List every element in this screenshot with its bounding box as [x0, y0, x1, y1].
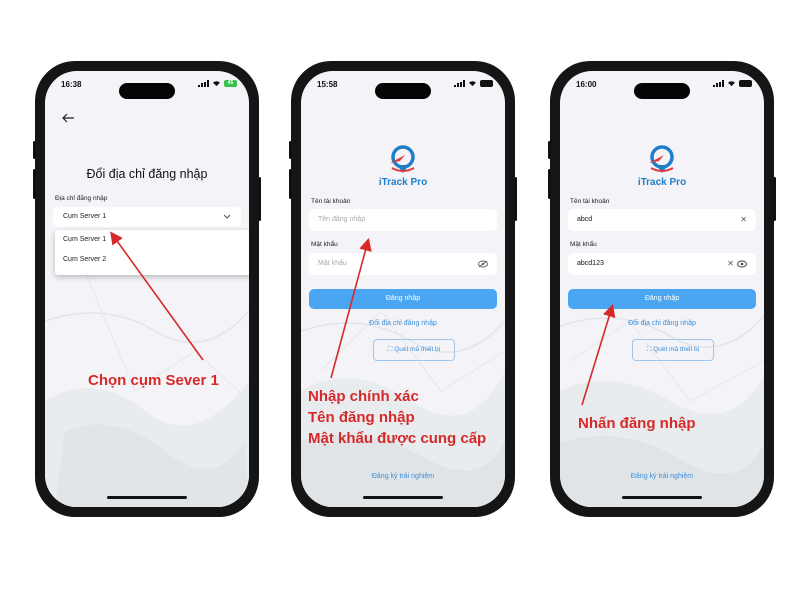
itrack-logo-icon	[649, 145, 674, 173]
wifi-icon	[213, 81, 220, 87]
annotation-step-1: Chọn cụm Sever 1	[88, 372, 219, 389]
battery-icon: 45	[224, 80, 237, 87]
scan-device-label: Quét mã thiết bị	[394, 346, 441, 353]
password-label: Mật khẩu	[570, 241, 597, 248]
server-option-2[interactable]: Cụm Server 2	[63, 256, 106, 263]
username-label: Tên tài khoản	[311, 198, 351, 205]
password-label: Mật khẩu	[311, 241, 338, 248]
chevron-down-icon	[223, 214, 231, 219]
clear-icon[interactable]: ✕	[740, 209, 747, 231]
register-link[interactable]: Đăng ký trải nghiệm	[560, 473, 764, 480]
login-button[interactable]: Đăng nhập	[568, 289, 756, 309]
username-placeholder: Tên đăng nhập	[318, 216, 366, 223]
username-label: Tên tài khoản	[570, 198, 610, 205]
eye-off-icon[interactable]	[478, 253, 488, 277]
username-input[interactable]: abcd ✕	[568, 209, 756, 231]
battery-icon	[480, 80, 493, 87]
app-name: iTrack Pro	[378, 177, 428, 188]
eye-icon[interactable]	[737, 253, 747, 277]
username-input[interactable]: Tên đăng nhập	[309, 209, 497, 231]
server-select[interactable]: Cụm Server 1	[53, 207, 241, 227]
annotation-step-2-line-3: Mật khẩu được cung cấp	[308, 430, 487, 447]
scan-device-label: Quét mã thiết bị	[653, 346, 700, 353]
map-background	[45, 270, 249, 507]
status-time: 16:00	[576, 80, 597, 89]
annotation-step-3: Nhấn đăng nhập	[578, 415, 696, 432]
tutorial-canvas: 16:38 45 Đổi địa chỉ đăng nhập Địa chỉ đ…	[0, 0, 800, 600]
battery-icon	[739, 80, 752, 87]
phone-screen-3: 16:00 iTrack Pro Tên tài khoản abcd ✕ Mậ…	[560, 71, 764, 507]
change-address-link[interactable]: Đổi địa chỉ đăng nhập	[301, 320, 505, 327]
password-input[interactable]: Mật khẩu	[309, 253, 497, 275]
app-logo: iTrack Pro	[636, 143, 688, 189]
annotation-step-2-line-1: Nhập chính xác	[308, 388, 419, 405]
password-input[interactable]: abcd123 ✕	[568, 253, 756, 275]
itrack-logo-icon	[390, 145, 415, 173]
scan-device-button[interactable]: ⛶ Quét mã thiết bị	[632, 339, 714, 361]
page-title: Đổi địa chỉ đăng nhập	[86, 167, 208, 181]
wifi-icon	[469, 81, 476, 87]
signal-icon	[198, 80, 209, 87]
phone-screen-1: 16:38 45 Đổi địa chỉ đăng nhập Địa chỉ đ…	[45, 71, 249, 507]
back-arrow-icon[interactable]	[61, 113, 75, 123]
status-time: 15:58	[317, 80, 338, 89]
register-link[interactable]: Đăng ký trải nghiệm	[301, 473, 505, 480]
app-logo: iTrack Pro	[377, 143, 429, 189]
address-field-label: Địa chỉ đăng nhập	[55, 195, 108, 202]
password-value: abcd123	[577, 260, 604, 267]
server-dropdown-menu: Cụm Server 1 Cụm Server 2	[55, 230, 249, 275]
login-button[interactable]: Đăng nhập	[309, 289, 497, 309]
annotation-step-2: Nhập chính xác Tên đăng nhập Mật khẩu đư…	[308, 386, 486, 449]
server-select-value: Cụm Server 1	[63, 213, 107, 220]
phone-frame-3: 16:00 iTrack Pro Tên tài khoản abcd ✕ Mậ…	[548, 61, 776, 517]
clear-icon[interactable]: ✕	[727, 253, 734, 275]
signal-icon	[713, 80, 724, 87]
username-value: abcd	[577, 216, 593, 223]
signal-icon	[454, 80, 465, 87]
annotation-step-2-line-2: Tên đăng nhập	[308, 409, 415, 426]
change-address-link[interactable]: Đổi địa chỉ đăng nhập	[560, 320, 764, 327]
password-placeholder: Mật khẩu	[318, 260, 347, 267]
phone-frame-1: 16:38 45 Đổi địa chỉ đăng nhập Địa chỉ đ…	[33, 61, 261, 517]
status-time: 16:38	[61, 80, 82, 89]
server-option-1[interactable]: Cụm Server 1	[63, 236, 106, 243]
scan-device-button[interactable]: ⛶ Quét mã thiết bị	[373, 339, 455, 361]
app-name: iTrack Pro	[637, 177, 687, 188]
wifi-icon	[728, 81, 735, 87]
